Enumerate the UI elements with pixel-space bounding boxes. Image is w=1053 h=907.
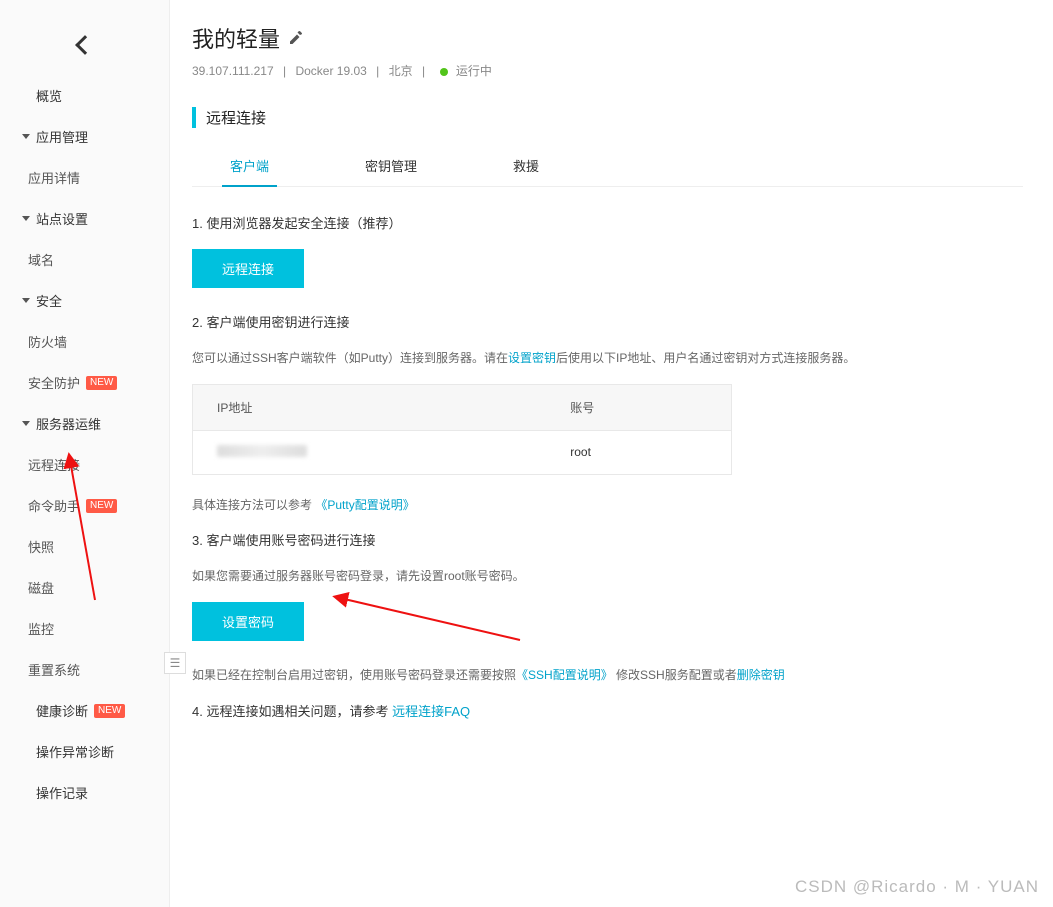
sidebar-item-label: 应用管理: [36, 127, 88, 146]
step-2-desc: 您可以通过SSH客户端软件（如Putty）连接到服务器。请在设置密钥后使用以下I…: [192, 348, 1023, 370]
delete-key-link[interactable]: 删除密钥: [737, 668, 785, 682]
chevron-down-icon: [22, 134, 30, 139]
table-header-ip: IP地址: [193, 384, 547, 430]
sidebar-item-reset-system[interactable]: 重置系统: [0, 649, 169, 690]
status-dot-icon: [440, 68, 448, 76]
sidebar-item-app-detail[interactable]: 应用详情: [0, 157, 169, 198]
sidebar-item-security[interactable]: 安全: [0, 280, 169, 321]
instance-docker: Docker 19.03: [295, 64, 366, 78]
set-key-link[interactable]: 设置密钥: [508, 351, 556, 365]
sidebar-item-label: 安全防护: [28, 373, 80, 392]
main-content: ☰ 我的轻量 39.107.111.217 | Docker 19.03 | 北…: [170, 0, 1053, 907]
remote-faq-link[interactable]: 远程连接FAQ: [392, 704, 470, 719]
sidebar-item-label: 监控: [28, 619, 54, 638]
tab-rescue[interactable]: 救援: [505, 146, 547, 186]
section-title: 远程连接: [192, 107, 1023, 128]
step-3-desc: 如果您需要通过服务器账号密码登录，请先设置root账号密码。: [192, 566, 1023, 588]
sidebar-item-label: 操作记录: [36, 783, 88, 802]
instance-status: 运行中: [456, 64, 492, 78]
sidebar-item-label: 操作异常诊断: [36, 742, 114, 761]
sidebar-item-ops[interactable]: 服务器运维: [0, 403, 169, 444]
new-badge: NEW: [94, 704, 125, 718]
putty-ref: 具体连接方法可以参考 《Putty配置说明》: [192, 495, 1023, 517]
step-2-title: 2. 客户端使用密钥进行连接: [192, 312, 1023, 334]
chevron-down-icon: [22, 421, 30, 426]
edit-icon[interactable]: [288, 30, 304, 46]
sidebar-item-label: 应用详情: [28, 168, 80, 187]
sidebar-item-app-mgmt[interactable]: 应用管理: [0, 116, 169, 157]
step-3-title: 3. 客户端使用账号密码进行连接: [192, 530, 1023, 552]
sidebar-item-label: 快照: [28, 537, 54, 556]
table-header-account: 账号: [546, 384, 731, 430]
tab-client[interactable]: 客户端: [222, 146, 277, 187]
sidebar-item-overview[interactable]: 概览: [0, 75, 169, 116]
sidebar-item-firewall[interactable]: 防火墙: [0, 321, 169, 362]
ssh-doc-link[interactable]: 《SSH配置说明》: [516, 668, 613, 682]
sidebar-item-label: 域名: [28, 250, 54, 269]
connection-table: IP地址 账号 root: [192, 384, 732, 475]
instance-meta: 39.107.111.217 | Docker 19.03 | 北京 | 运行中: [192, 62, 1023, 79]
set-password-button[interactable]: 设置密码: [192, 602, 304, 641]
new-badge: NEW: [86, 376, 117, 390]
sidebar-item-op-log[interactable]: 操作记录: [0, 772, 169, 813]
sidebar-item-sec-protection[interactable]: 安全防护 NEW: [0, 362, 169, 403]
instance-region: 北京: [389, 64, 413, 78]
ip-blurred: [217, 445, 307, 457]
sidebar-item-label: 远程连接: [28, 455, 80, 474]
sidebar-item-remote-conn[interactable]: 远程连接: [0, 444, 169, 485]
sidebar-item-label: 健康诊断: [36, 701, 88, 720]
sidebar-item-health-diag[interactable]: 健康诊断 NEW: [0, 690, 169, 731]
sidebar-item-label: 命令助手: [28, 496, 80, 515]
tabs: 客户端 密钥管理 救援: [192, 146, 1023, 187]
step-4: 4. 远程连接如遇相关问题，请参考 远程连接FAQ: [192, 701, 1023, 723]
sidebar-item-domain[interactable]: 域名: [0, 239, 169, 280]
sidebar-item-label: 服务器运维: [36, 414, 101, 433]
chevron-down-icon: [22, 216, 30, 221]
ssh-note: 如果已经在控制台启用过密钥，使用账号密码登录还需要按照《SSH配置说明》 修改S…: [192, 665, 1023, 687]
sidebar-item-monitor[interactable]: 监控: [0, 608, 169, 649]
sidebar-item-label: 安全: [36, 291, 62, 310]
chevron-down-icon: [22, 298, 30, 303]
sidebar-item-snapshot[interactable]: 快照: [0, 526, 169, 567]
table-cell-ip: [193, 430, 547, 474]
sidebar-item-op-exception[interactable]: 操作异常诊断: [0, 731, 169, 772]
sidebar-item-disk[interactable]: 磁盘: [0, 567, 169, 608]
step-1-title: 1. 使用浏览器发起安全连接（推荐）: [192, 213, 1023, 235]
instance-ip: 39.107.111.217: [192, 64, 274, 78]
sidebar-item-label: 磁盘: [28, 578, 54, 597]
sidebar: 概览 应用管理 应用详情 站点设置 域名 安全 防火墙 安全防护 NEW 服务器运…: [0, 0, 170, 907]
sidebar-item-cmd-assist[interactable]: 命令助手 NEW: [0, 485, 169, 526]
table-cell-account: root: [546, 430, 731, 474]
remote-connect-button[interactable]: 远程连接: [192, 249, 304, 288]
back-icon[interactable]: [75, 35, 95, 55]
putty-doc-link[interactable]: 《Putty配置说明》: [315, 498, 414, 512]
sidebar-item-label: 概览: [36, 86, 62, 105]
sidebar-item-label: 站点设置: [36, 209, 88, 228]
tab-key-mgmt[interactable]: 密钥管理: [357, 146, 425, 186]
sidebar-item-site-settings[interactable]: 站点设置: [0, 198, 169, 239]
sidebar-item-label: 重置系统: [28, 660, 80, 679]
page-title: 我的轻量: [192, 22, 280, 54]
new-badge: NEW: [86, 499, 117, 513]
table-row: root: [193, 430, 732, 474]
sidebar-collapse-handle[interactable]: ☰: [164, 652, 186, 674]
sidebar-item-label: 防火墙: [28, 332, 67, 351]
